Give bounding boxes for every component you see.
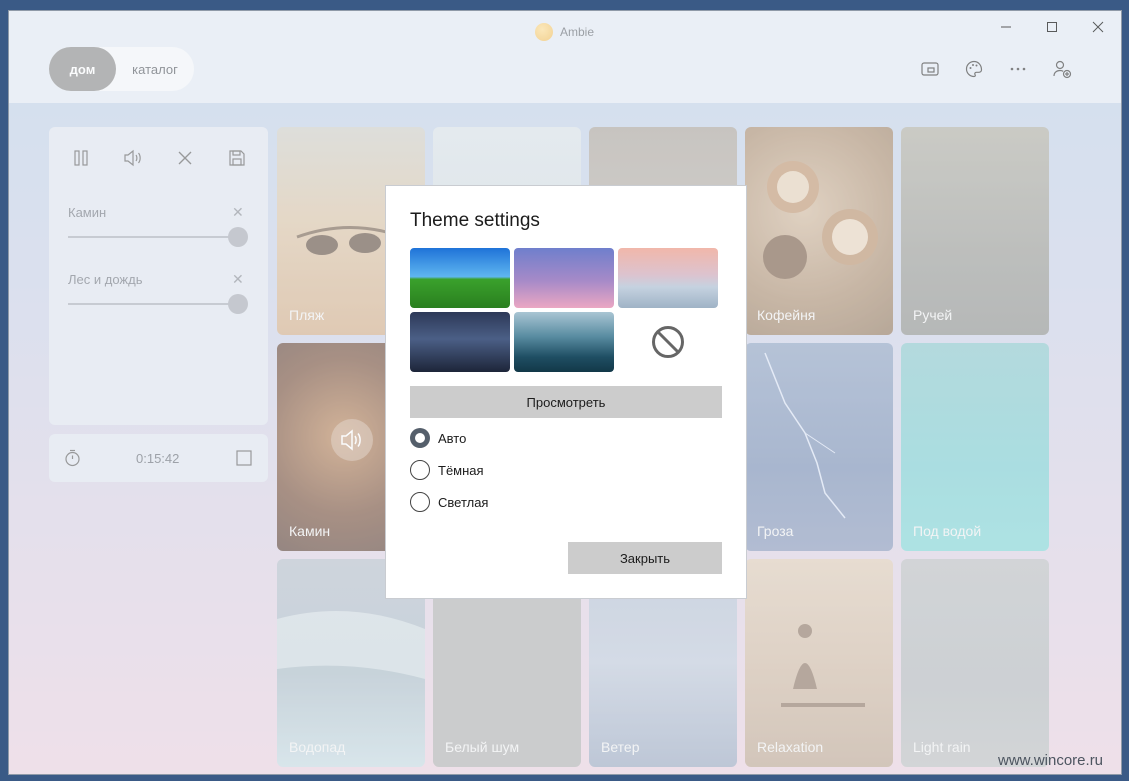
background-option-none[interactable] (618, 312, 718, 372)
app-window: Ambie дом каталог Камин ✕ Лес и дождь ✕ … (8, 10, 1122, 775)
watermark: www.wincore.ru (998, 752, 1104, 769)
background-option-dunes-pink[interactable] (618, 248, 718, 308)
background-option-bliss[interactable] (410, 248, 510, 308)
theme-radio-light[interactable] (410, 492, 430, 512)
theme-option-label: Светлая (438, 495, 489, 510)
background-option-dunes-night[interactable] (410, 312, 510, 372)
dialog-title: Theme settings (410, 210, 540, 231)
background-option-gradient[interactable] (514, 248, 614, 308)
theme-settings-dialog: Theme settings Просмотреть Авто Тёмная С… (385, 185, 747, 599)
theme-radio-dark[interactable] (410, 460, 430, 480)
no-background-icon (652, 326, 684, 358)
background-option-sea[interactable] (514, 312, 614, 372)
preview-button[interactable]: Просмотреть (410, 386, 722, 418)
close-dialog-button[interactable]: Закрыть (568, 542, 722, 574)
theme-option-label: Тёмная (438, 463, 484, 478)
theme-radio-auto[interactable] (410, 428, 430, 448)
theme-option-label: Авто (438, 431, 467, 446)
